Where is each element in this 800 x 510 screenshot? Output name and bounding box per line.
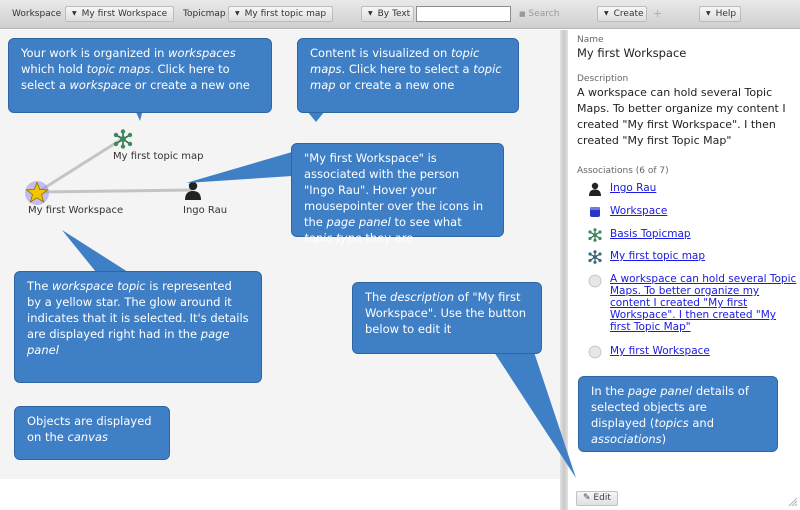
tip-topicmaps: Content is visualized on topic maps. Cli… bbox=[297, 38, 519, 113]
tip-topicmaps-text: Content is visualized on topic maps. Cli… bbox=[310, 46, 502, 92]
tip-workspaces: Your work is organized in workspaces whi… bbox=[8, 38, 272, 113]
tip-canvas: Objects are displayed on the canvas bbox=[14, 406, 170, 460]
tip-workspace-topic-text: The workspace topic is represented by a … bbox=[27, 279, 249, 357]
tip-association-text: "My first Workspace" is associated with … bbox=[304, 151, 484, 245]
tip-canvas-text: Objects are displayed on the canvas bbox=[27, 414, 152, 444]
tip-association: "My first Workspace" is associated with … bbox=[291, 143, 504, 245]
tip-workspaces-text: Your work is organized in workspaces whi… bbox=[21, 46, 250, 92]
tip-workspace-topic: The workspace topic is represented by a … bbox=[14, 271, 262, 383]
tip-description-text: The description of "My first Workspace".… bbox=[365, 290, 527, 336]
tip-page-panel: In the page panel details of selected ob… bbox=[578, 376, 778, 452]
tip-page-panel-text: In the page panel details of selected ob… bbox=[591, 384, 749, 446]
tip-description: The description of "My first Workspace".… bbox=[352, 282, 542, 354]
